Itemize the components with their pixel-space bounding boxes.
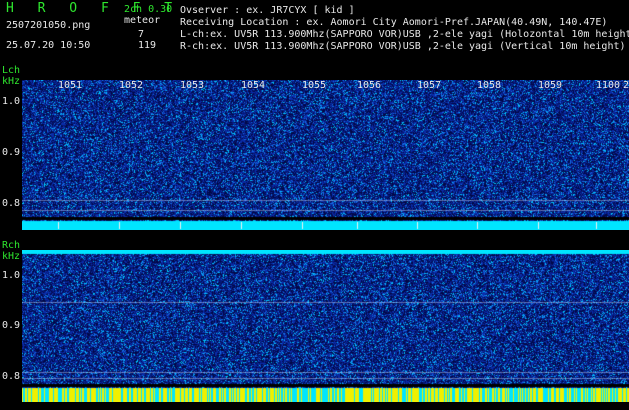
time-tick: 1100 bbox=[596, 80, 621, 91]
rch-unit-label: kHz bbox=[2, 251, 21, 262]
lch-unit-label: kHz bbox=[2, 76, 21, 87]
time-tick: 1052 bbox=[119, 80, 144, 91]
time-tick: 1055 bbox=[302, 80, 327, 91]
lch-label: Lch bbox=[2, 65, 21, 76]
rch-freq-tick-0-8: 0.8 bbox=[2, 371, 21, 382]
mode-label: 2ch 0.30 bbox=[124, 4, 173, 15]
rch-waterfall bbox=[22, 250, 629, 402]
time-tick: 1054 bbox=[241, 80, 266, 91]
rch-freq-tick-1-0: 1.0 bbox=[2, 270, 21, 281]
meteor-count-rch: 119 bbox=[138, 40, 157, 51]
lch-waterfall bbox=[22, 80, 629, 230]
rch-info: R-ch:ex. UV5R 113.900Mhz(SAPPORO VOR)USB… bbox=[180, 41, 626, 52]
lch-info: L-ch:ex. UV5R 113.900Mhz(SAPPORO VOR)USB… bbox=[180, 29, 629, 40]
time-tick: 1059 bbox=[538, 80, 563, 91]
lch-freq-tick-0-9: 0.9 bbox=[2, 147, 21, 158]
rch-freq-tick-0-9: 0.9 bbox=[2, 320, 21, 331]
time-tick: 1058 bbox=[477, 80, 502, 91]
lch-freq-tick-1-0: 1.0 bbox=[2, 96, 21, 107]
time-tick: 1053 bbox=[180, 80, 205, 91]
filename-label: 2507201050.png bbox=[6, 20, 91, 31]
meteor-label: meteor bbox=[124, 15, 161, 26]
time-tick: 1056 bbox=[357, 80, 382, 91]
observer-info: Ovserver : ex. JR7CYX [ kid ] bbox=[180, 5, 355, 16]
meteor-count-lch: 7 bbox=[138, 29, 145, 40]
time-tick: 1051 bbox=[58, 80, 83, 91]
time-tick: 2 bbox=[623, 80, 629, 91]
time-tick: 1057 bbox=[417, 80, 442, 91]
location-info: Receiving Location : ex. Aomori City Aom… bbox=[180, 17, 608, 28]
lch-freq-tick-0-8: 0.8 bbox=[2, 198, 21, 209]
datetime-label: 25.07.20 10:50 bbox=[6, 40, 91, 51]
rch-label: Rch bbox=[2, 240, 21, 251]
